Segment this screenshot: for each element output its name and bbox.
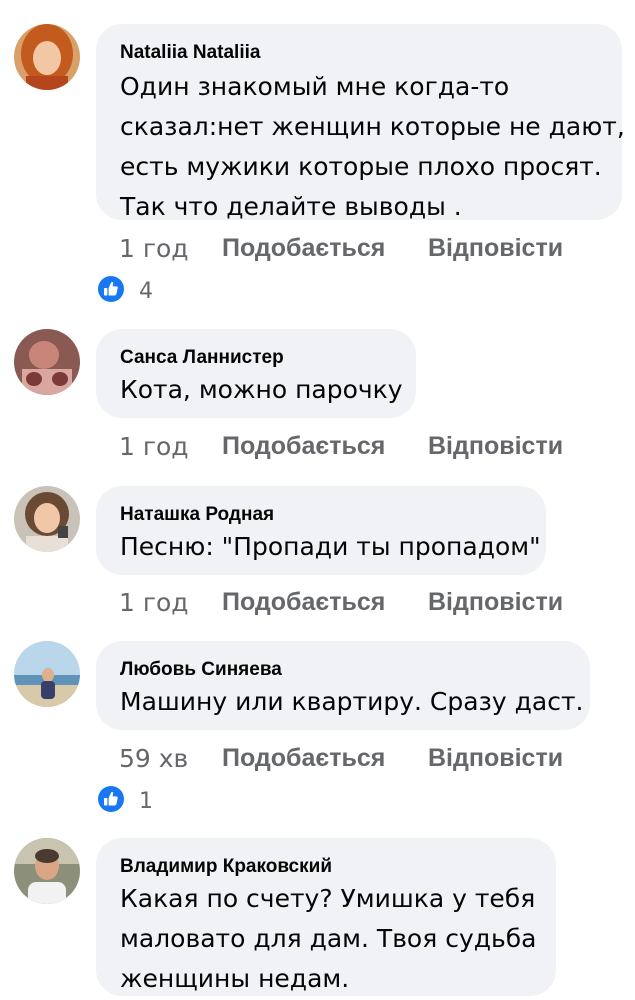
avatar[interactable] [14,486,80,552]
reply-button[interactable]: Відповісти [428,744,563,773]
comment-bubble: Любовь Синяева Машину или квартиру. Сраз… [96,641,590,730]
comment-time[interactable]: 1 год [119,234,222,263]
like-button[interactable]: Подобається [222,234,428,263]
like-button[interactable]: Подобається [222,588,428,617]
comment-text: Кота, можно парочку [120,375,403,404]
comment-time[interactable]: 59 хв [119,744,222,773]
comment-bubble: Санса Ланнистер Кота, можно парочку [96,329,416,418]
comment-actions: 1 год Подобається Відповісти [119,429,563,463]
comment-text: маловато для дам. Твоя судьба [120,924,537,953]
comment-text: Один знакомый мне когда-то [120,72,510,101]
comment-text: есть мужики которые плохо просят. [120,152,602,181]
reaction-count: 4 [139,278,153,304]
comment-bubble: Владимир Краковский Какая по счету? Умиш… [96,838,556,996]
like-button[interactable]: Подобається [222,744,428,773]
comment-author[interactable]: Nataliia Nataliia [120,42,598,64]
comment-text: Машину или квартиру. Сразу даст. [120,687,584,716]
reply-button[interactable]: Відповісти [428,234,563,263]
comment-text: Песню: "Пропади ты пропадом" [120,532,541,561]
reaction-summary[interactable]: 4 [97,275,153,308]
reply-button[interactable]: Відповісти [428,432,563,461]
comment-actions: 1 год Подобається Відповісти [119,231,563,265]
thumbs-up-icon [97,275,125,308]
comment-author[interactable]: Санса Ланнистер [120,347,392,369]
comment-text: сказал:нет женщин которые не дают, [120,112,625,141]
comment-time[interactable]: 1 год [119,588,222,617]
reply-button[interactable]: Відповісти [428,588,563,617]
avatar[interactable] [14,24,80,90]
comment-bubble: Наташка Родная Песню: "Пропади ты пропад… [96,486,546,575]
comment-author[interactable]: Наташка Родная [120,504,522,526]
comment-time[interactable]: 1 год [119,432,222,461]
reaction-count: 1 [139,788,153,814]
avatar[interactable] [14,329,80,395]
comment-actions: 59 хв Подобається Відповісти [119,741,563,775]
thumbs-up-icon [97,785,125,818]
avatar[interactable] [14,838,80,904]
comment-text: женщины недам. [120,964,350,993]
reaction-summary[interactable]: 1 [97,785,153,818]
comment-actions: 1 год Подобається Відповісти [119,585,563,619]
comment-author[interactable]: Владимир Краковский [120,856,532,878]
comment-text: Так что делайте выводы . [120,192,462,221]
avatar[interactable] [14,641,80,707]
like-button[interactable]: Подобається [222,432,428,461]
comment-bubble: Nataliia Nataliia Один знакомый мне когд… [96,24,625,221]
comment-text: Какая по счету? Умишка у тебя [120,884,536,913]
comment-author[interactable]: Любовь Синяева [120,659,566,681]
